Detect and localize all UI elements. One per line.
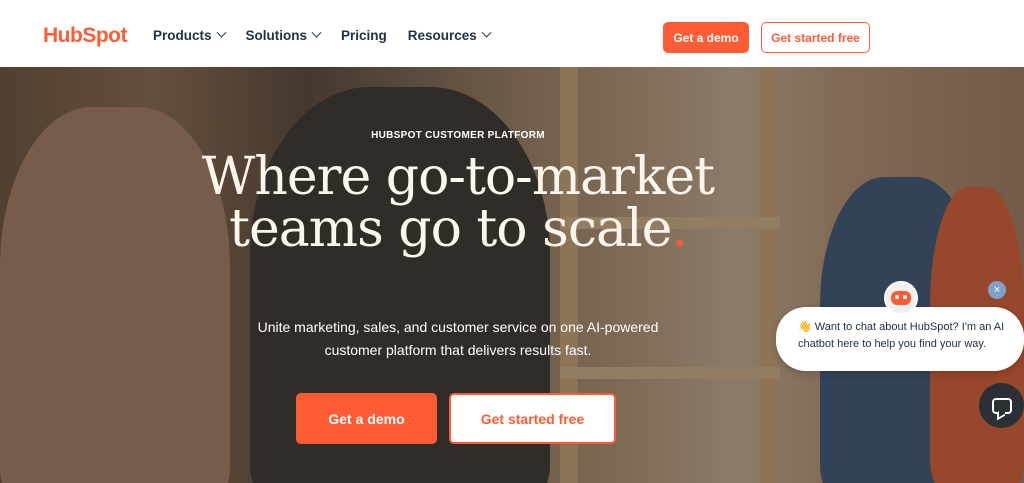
headline-line-2: teams go to scale — [229, 199, 672, 259]
chatbot-message-text: Want to chat about HubSpot? I'm an AI ch… — [798, 321, 1005, 350]
headline-accent-dot: . — [671, 199, 688, 259]
nav-item-products[interactable]: Products — [153, 27, 226, 43]
nav-item-label: Solutions — [245, 28, 308, 43]
nav-item-label: Products — [153, 28, 212, 43]
nav-item-resources[interactable]: Resources — [407, 27, 492, 43]
chatbot-avatar-icon — [884, 281, 918, 315]
nav-item-pricing[interactable]: Pricing — [341, 28, 387, 43]
hero-get-started-free-button[interactable]: Get started free — [449, 393, 616, 444]
top-nav: HubSpot Products Solutions Pricing Resou… — [0, 0, 1024, 67]
chat-launcher-button[interactable] — [979, 383, 1024, 428]
chevron-down-icon — [216, 27, 226, 38]
nav-get-demo-button[interactable]: Get a demo — [663, 22, 749, 53]
hero-headline: Where go-to-market teams go to scale. — [0, 151, 916, 255]
nav-item-solutions[interactable]: Solutions — [245, 27, 322, 43]
chevron-down-icon — [311, 27, 322, 38]
headline-line-1: Where go-to-market — [201, 147, 715, 207]
wave-emoji-icon: 👋 — [798, 321, 812, 333]
subtitle-line-1: Unite marketing, sales, and customer ser… — [257, 319, 659, 335]
chat-icon — [991, 397, 1012, 414]
nav-item-label: Resources — [407, 28, 477, 43]
chatbot-message-bubble[interactable]: 👋 Want to chat about HubSpot? I'm an AI … — [776, 307, 1024, 371]
close-icon[interactable]: × — [988, 281, 1006, 299]
nav-menu: Products Solutions Pricing Resources — [153, 27, 511, 43]
hubspot-logo[interactable]: HubSpot — [43, 24, 127, 48]
nav-get-started-free-button[interactable]: Get started free — [761, 22, 870, 53]
hero-section: HUBSPOT CUSTOMER PLATFORM Where go-to-ma… — [0, 67, 1024, 483]
subtitle-line-2: customer platform that delivers results … — [324, 342, 592, 358]
hero-eyebrow: HUBSPOT CUSTOMER PLATFORM — [371, 130, 545, 141]
chevron-down-icon — [481, 27, 492, 38]
nav-item-label: Pricing — [341, 28, 387, 43]
hero-get-demo-button[interactable]: Get a demo — [296, 393, 437, 444]
